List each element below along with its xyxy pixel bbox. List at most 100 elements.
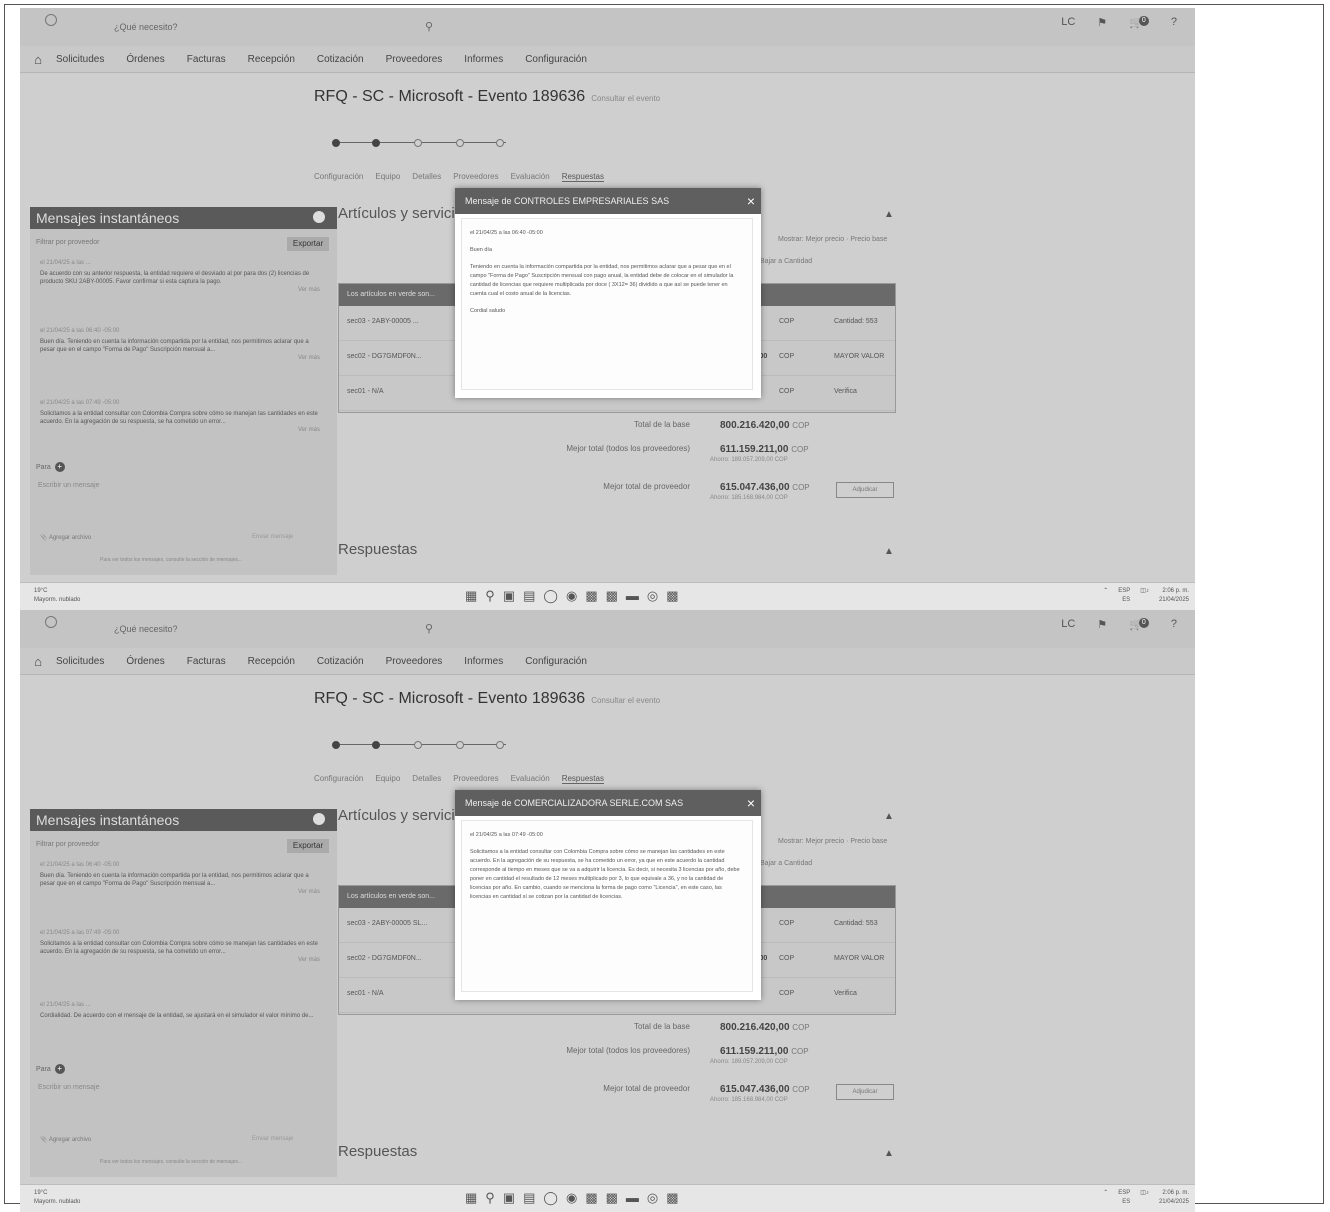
chat-message[interactable]: el 21/04/25 a las 07:49 -05:00 Solicitamo…	[40, 929, 320, 964]
task-view-icon[interactable]: ▣	[503, 1190, 515, 1206]
display-options[interactable]: Mostrar: Mejor precio · Precio base	[778, 838, 887, 845]
attach-file-button[interactable]: 📎 Agregar archivo	[40, 1136, 91, 1143]
logo[interactable]	[28, 616, 74, 642]
tray-chevron-icon[interactable]: ⌃	[1103, 587, 1108, 605]
ver-mas-link[interactable]: Ver más	[40, 426, 320, 434]
ver-mas-link[interactable]: Ver más	[40, 956, 320, 964]
chrome-browser-icon[interactable]: ◉	[566, 1190, 577, 1206]
home-icon[interactable]: ⌂	[20, 654, 56, 669]
nav-item[interactable]: Cotización	[317, 54, 364, 65]
chrome-browser-icon[interactable]: ◉	[566, 588, 577, 604]
chat-message-input[interactable]: Escribir un mensaje	[38, 482, 328, 489]
quantity-link[interactable]: Bajar a Cantidad	[760, 860, 830, 867]
send-message-button[interactable]: Enviar mensaje	[252, 1136, 293, 1142]
step-dot[interactable]	[372, 139, 380, 147]
chevron-up-icon[interactable]: ▲	[884, 546, 894, 557]
file-explorer-icon[interactable]: ▤	[523, 1190, 535, 1206]
step-tab[interactable]: Proveedores	[453, 774, 498, 784]
row-act[interactable]: MAYOR VALOR	[834, 353, 884, 360]
step-tab[interactable]: Respuestas	[561, 774, 604, 784]
chat-toggle-icon[interactable]	[313, 813, 325, 825]
tray-chevron-icon[interactable]: ⌃	[1103, 1189, 1108, 1207]
search-icon[interactable]: ⚲	[425, 20, 433, 33]
step-tab[interactable]: Evaluación	[511, 774, 550, 784]
row-act[interactable]: Cantidad: 553	[834, 920, 878, 927]
language-indicator[interactable]: ESP ES	[1118, 1189, 1130, 1207]
chat-message[interactable]: el 21/04/25 a las 06:40 -05:00 Buen día. …	[40, 327, 320, 362]
windows-start-icon[interactable]: ▦	[465, 588, 477, 604]
add-recipient-icon[interactable]: +	[54, 1064, 65, 1074]
nav-item[interactable]: Solicitudes	[56, 54, 104, 65]
task-view-icon[interactable]: ▣	[503, 588, 515, 604]
cart-icon[interactable]: 🛒0	[1129, 618, 1149, 631]
app-icon[interactable]: ◎	[647, 1190, 658, 1206]
row-act[interactable]: Verifica	[834, 990, 857, 997]
app-icon[interactable]: ▩	[606, 588, 618, 604]
chat-filter-select[interactable]: Filtrar por proveedor	[36, 841, 266, 848]
row-act[interactable]: Cantidad: 553	[834, 318, 878, 325]
send-message-button[interactable]: Enviar mensaje	[252, 534, 293, 540]
row-act[interactable]: Verifica	[834, 388, 857, 395]
nav-item[interactable]: Proveedores	[386, 656, 443, 667]
step-dot[interactable]	[496, 741, 504, 749]
notifications-icon[interactable]: ⚑	[1097, 618, 1107, 631]
quantity-link[interactable]: Bajar a Cantidad	[760, 258, 830, 265]
nav-item[interactable]: Órdenes	[126, 54, 164, 65]
nav-item[interactable]: Recepción	[248, 656, 295, 667]
app-icon[interactable]: ▬	[626, 1190, 639, 1206]
clock[interactable]: 2:06 p. m. 21/04/2025	[1159, 1189, 1189, 1207]
export-button[interactable]: Exportar	[287, 839, 329, 853]
app-icon[interactable]: ▩	[666, 1190, 678, 1206]
close-icon[interactable]: ×	[747, 790, 755, 816]
section-respuestas[interactable]: Respuestas	[338, 541, 417, 558]
network-volume-icon[interactable]: ◫​♪	[1140, 1189, 1149, 1207]
ver-mas-link[interactable]: Ver más	[40, 286, 320, 294]
chevron-up-icon[interactable]: ▲	[884, 1148, 894, 1159]
step-tab[interactable]: Configuración	[314, 774, 363, 784]
search-icon[interactable]: ⚲	[425, 622, 433, 635]
step-tab[interactable]: Proveedores	[453, 172, 498, 182]
nav-item[interactable]: Facturas	[187, 54, 226, 65]
nav-item[interactable]: Informes	[464, 54, 503, 65]
weather-widget[interactable]: 19°C Mayorm. nublado	[34, 587, 80, 605]
file-explorer-icon[interactable]: ▤	[523, 588, 535, 604]
network-volume-icon[interactable]: ◫​♪	[1140, 587, 1149, 605]
ver-mas-link[interactable]: Ver más	[40, 354, 320, 362]
step-tab[interactable]: Equipo	[375, 774, 400, 784]
step-dot[interactable]	[332, 741, 340, 749]
step-dot[interactable]	[456, 741, 464, 749]
weather-widget[interactable]: 19°C Mayorm. nublado	[34, 1189, 80, 1207]
nav-item[interactable]: Cotización	[317, 656, 364, 667]
logo[interactable]	[28, 14, 74, 40]
step-dot[interactable]	[414, 139, 422, 147]
nav-item[interactable]: Configuración	[525, 54, 587, 65]
chat-message[interactable]: el 21/04/25 a las 07:49 -05:00 Solicitamo…	[40, 399, 320, 434]
step-dot[interactable]	[496, 139, 504, 147]
step-dot[interactable]	[372, 741, 380, 749]
chevron-up-icon[interactable]: ▲	[884, 209, 894, 220]
attach-file-button[interactable]: 📎 Agregar archivo	[40, 534, 91, 541]
chevron-up-icon[interactable]: ▲	[884, 811, 894, 822]
search-icon[interactable]: ⚲	[485, 1190, 495, 1206]
search-input[interactable]: ¿Qué necesito?	[100, 18, 454, 36]
nav-item[interactable]: Solicitudes	[56, 656, 104, 667]
adjudicar-button[interactable]: Adjudicar	[836, 1084, 894, 1100]
user-initials[interactable]: LC	[1061, 16, 1075, 29]
step-tab[interactable]: Configuración	[314, 172, 363, 182]
edge-browser-icon[interactable]: ◯	[543, 588, 558, 604]
help-icon[interactable]: ?	[1171, 618, 1177, 631]
nav-item[interactable]: Órdenes	[126, 656, 164, 667]
app-icon[interactable]: ◎	[647, 588, 658, 604]
chat-toggle-icon[interactable]	[313, 211, 325, 223]
chat-message[interactable]: el 21/04/25 a las ... Cordialidad. De acu…	[40, 1001, 320, 1020]
nav-item[interactable]: Facturas	[187, 656, 226, 667]
ver-mas-link[interactable]: Ver más	[40, 888, 320, 896]
app-icon[interactable]: ▩	[606, 1190, 618, 1206]
step-tab[interactable]: Respuestas	[561, 172, 604, 182]
section-articulos[interactable]: Artículos y servicios	[338, 807, 471, 824]
edge-browser-icon[interactable]: ◯	[543, 1190, 558, 1206]
windows-start-icon[interactable]: ▦	[465, 1190, 477, 1206]
chat-message-input[interactable]: Escribir un mensaje	[38, 1084, 328, 1091]
chat-filter-select[interactable]: Filtrar por proveedor	[36, 239, 266, 246]
chat-message[interactable]: el 21/04/25 a las 06:40 -05:00 Buen día. …	[40, 861, 320, 896]
